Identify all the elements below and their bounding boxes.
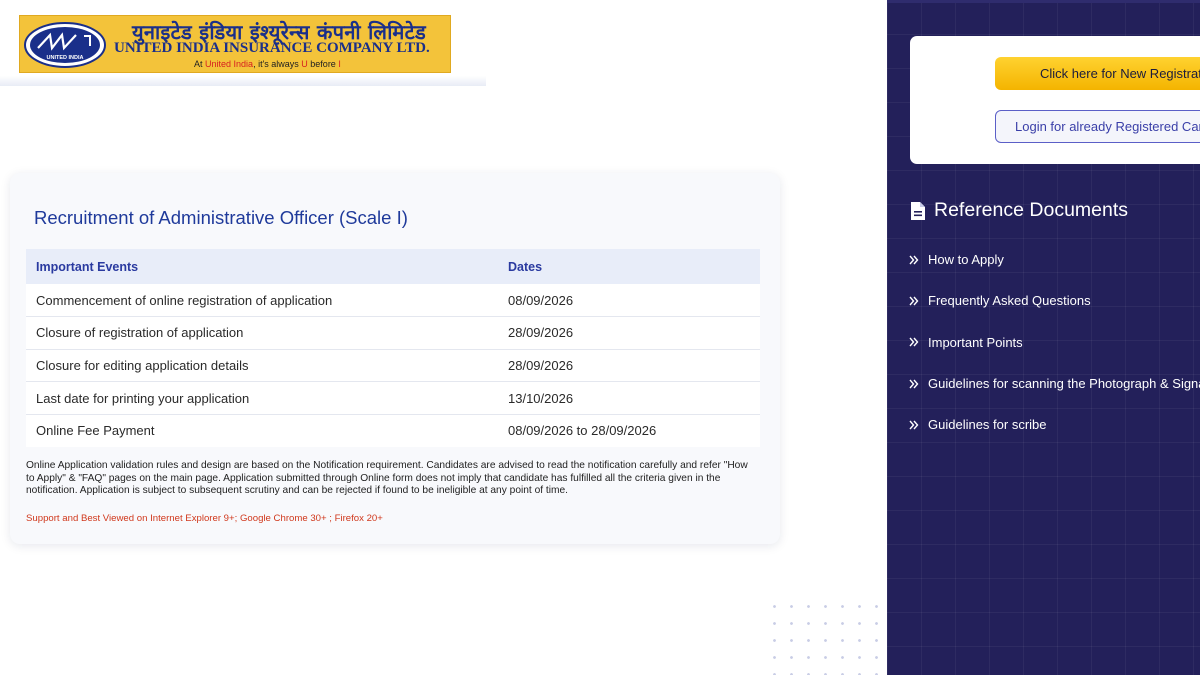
reference-link-label: Frequently Asked Questions: [928, 293, 1091, 309]
date-cell: 28/09/2026: [508, 316, 760, 350]
reference-documents-list: How to Apply Frequently Asked Questions …: [909, 239, 1200, 445]
table-row: Closure for editing application details …: [26, 348, 760, 382]
company-logo[interactable]: UNITED INDIA युनाइटेड इंडिया इंश्यूरेन्स…: [19, 15, 451, 73]
date-cell: 08/09/2026: [508, 292, 574, 308]
reference-heading-text: Reference Documents: [934, 199, 1129, 221]
double-chevron-right-icon: [909, 379, 919, 388]
reference-link-label: Guidelines for scribe: [928, 417, 1047, 433]
double-chevron-right-icon: [909, 296, 919, 306]
login-registered-button[interactable]: Login for already Registered Candidates: [995, 110, 1200, 143]
important-events-table: Important Events Dates Commencement of o…: [26, 249, 760, 447]
notice-text: Online Application validation rules and …: [26, 460, 748, 497]
reference-link-label: Guidelines for scanning the Photograph &…: [928, 376, 1200, 392]
recruitment-card: Recruitment of Administrative Officer (S…: [10, 173, 780, 544]
reference-documents-heading: Reference Documents: [910, 199, 1128, 222]
table-row: Closure of registration of application 2…: [26, 316, 760, 350]
tagline-brand: United India: [205, 59, 254, 69]
event-cell: Closure for editing application details: [26, 348, 508, 382]
browser-support-note: Support and Best Viewed on Internet Expl…: [26, 513, 383, 524]
event-cell: Online Fee Payment: [26, 413, 508, 447]
logo-tagline: At United India, it's always U before I: [194, 59, 341, 69]
date-cell: 28/09/2026: [508, 348, 760, 382]
event-cell: Last date for printing your application: [26, 381, 508, 415]
reference-link-scanning-guidelines[interactable]: Guidelines for scanning the Photograph &…: [909, 363, 1200, 404]
table-row: Last date for printing your application …: [26, 381, 760, 415]
logo-english-text: UNITED INDIA INSURANCE COMPANY LTD.: [114, 40, 430, 56]
date-cell: 08/09/2026 to 28/09/2026: [508, 413, 760, 447]
tagline-mid: , it's always: [253, 59, 302, 69]
company-emblem-icon: UNITED INDIA: [24, 22, 106, 68]
decorative-dot-grid: [766, 598, 896, 675]
tagline-i: I: [338, 59, 341, 69]
double-chevron-right-icon: [909, 420, 919, 430]
event-cell: Commencement of online registration of a…: [36, 292, 333, 308]
reference-link-label: How to Apply: [928, 252, 1004, 268]
reference-link-important-points[interactable]: Important Points: [909, 322, 1200, 363]
tagline-before: before: [307, 59, 339, 69]
document-icon: [911, 201, 925, 220]
page-title: Recruitment of Administrative Officer (S…: [34, 207, 408, 228]
column-header-dates: Dates: [508, 259, 543, 274]
new-registration-button[interactable]: Click here for New Registration: [995, 57, 1200, 90]
table-header-row: Important Events Dates: [26, 249, 760, 284]
registration-card: Click here for New Registration Login fo…: [910, 36, 1200, 164]
double-chevron-right-icon: [909, 337, 919, 347]
event-cell: Closure of registration of application: [26, 316, 508, 350]
table-row: Online Fee Payment 08/09/2026 to 28/09/2…: [26, 413, 760, 447]
tagline-prefix: At: [194, 59, 206, 69]
reference-link-scribe-guidelines[interactable]: Guidelines for scribe: [909, 404, 1200, 445]
reference-link-label: Important Points: [928, 334, 1023, 350]
reference-link-how-to-apply[interactable]: How to Apply: [909, 239, 1200, 280]
reference-link-faq[interactable]: Frequently Asked Questions: [909, 280, 1200, 321]
double-chevron-right-icon: [909, 255, 919, 265]
emblem-text: UNITED INDIA: [47, 55, 84, 61]
table-row: Commencement of online registration of a…: [26, 284, 760, 317]
header-band: UNITED INDIA युनाइटेड इंडिया इंश्यूरेन्स…: [0, 0, 486, 86]
right-sidebar: Click here for New Registration Login fo…: [887, 0, 1200, 675]
date-cell: 13/10/2026: [508, 381, 760, 415]
column-header-events: Important Events: [36, 259, 139, 274]
sidebar-top-strip: [887, 0, 1200, 3]
